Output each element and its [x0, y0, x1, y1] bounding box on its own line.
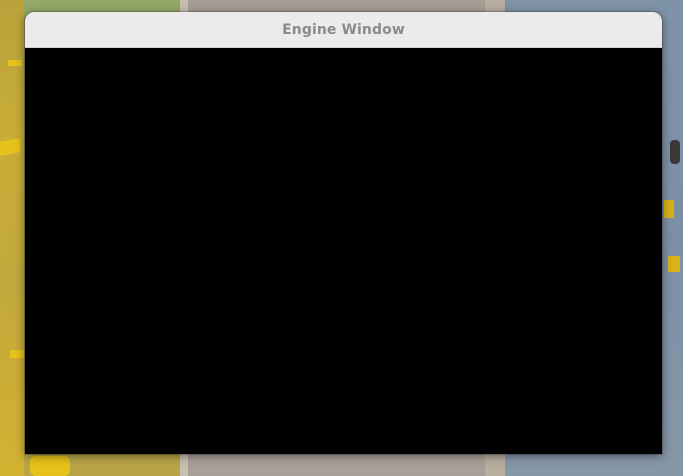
render-viewport[interactable] [25, 48, 662, 454]
wallpaper-yellow-mark [10, 350, 24, 358]
wallpaper-yellow-mark [30, 456, 70, 476]
window-title: Engine Window [282, 21, 405, 38]
window-titlebar[interactable]: Engine Window [25, 12, 662, 48]
wallpaper-yellow-mark [668, 256, 680, 272]
engine-window[interactable]: Engine Window [25, 12, 662, 454]
wallpaper-yellow-mark [664, 200, 674, 218]
wallpaper-left-stripe [0, 0, 24, 476]
wallpaper-yellow-mark [8, 60, 22, 66]
wallpaper-dark-mark [670, 140, 680, 164]
